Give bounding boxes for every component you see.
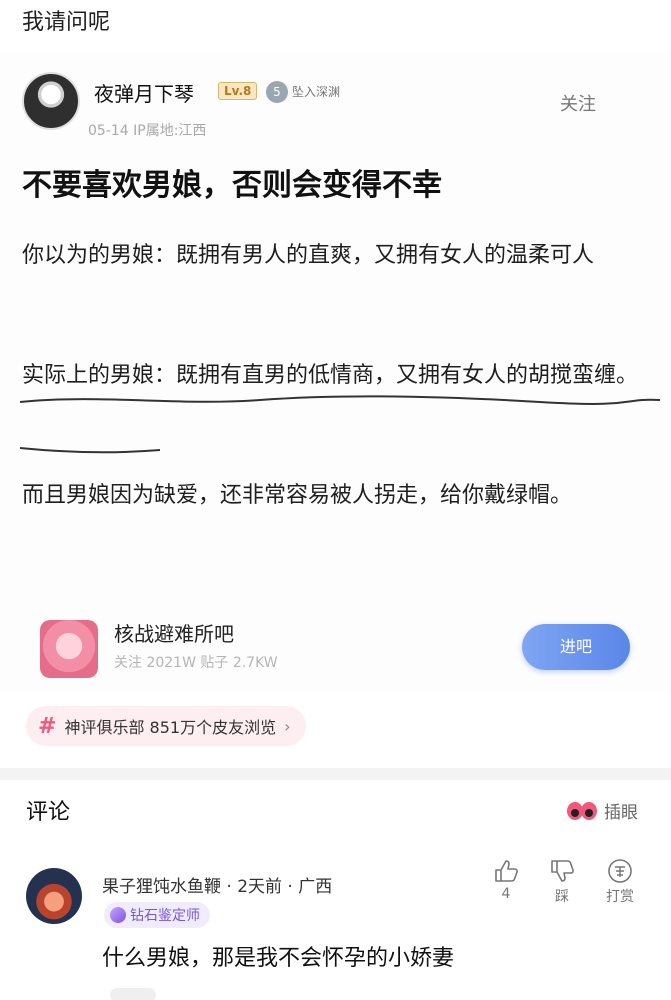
post-headline: 不要喜欢男娘，否则会变得不幸 [22,168,442,203]
medal-icon: 5 [266,81,288,103]
forum-bar-card: 核战避难所吧 关注 2021W 贴子 2.7KW 进吧 [0,602,671,692]
thumbs-down-icon [551,860,574,882]
commenter-avatar[interactable] [26,868,82,924]
diamond-icon [110,907,126,923]
commenter-badge: 钻石鉴定师 [104,902,210,928]
forum-logo [40,620,98,678]
hash-icon: # [38,713,57,739]
section-divider [0,768,671,780]
topic-tag[interactable]: # 神评俱乐部 851万个皮友浏览 › [26,706,307,746]
reward-label: 打赏 [606,889,634,905]
dislike-button[interactable]: 踩 [540,858,584,906]
eyes-icon[interactable] [566,800,598,822]
dislike-label: 踩 [555,889,569,905]
forum-stats: 关注 2021W 贴子 2.7KW [114,655,278,671]
commenter-name[interactable]: 果子狸饨水鱼鞭 · 2天前 · 广西 [102,872,332,897]
paragraph-1: 你以为的男娘：既拥有男人的直爽，又拥有女人的温柔可人 [22,243,595,268]
reward-button[interactable]: 打赏 [598,858,642,906]
forum-name: 核战避难所吧 [114,622,234,646]
comments-title: 评论 [26,800,71,825]
level-badge: Lv.8 [218,82,258,100]
topic-text: 神评俱乐部 851万个皮友浏览 [64,718,277,737]
post-title: 我请问呢 [22,10,111,35]
author-name: 夜弹月下琴 [94,82,194,106]
embedded-screenshot[interactable]: 夜弹月下琴 Lv.8 5 坠入深渊 05-14 IP属地:江西 关注 不要喜欢男… [0,52,671,692]
reward-icon [608,859,632,883]
chevron-right-icon: › [284,716,291,736]
badge-label: 钻石鉴定师 [130,908,200,924]
underline-scribble [20,395,660,454]
post-meta: 05-14 IP属地:江西 [88,123,207,139]
paragraph-3: 而且男娘因为缺爱，还非常容易被人拐走，给你戴绿帽。 [22,483,573,508]
medal-text: 坠入深渊 [292,85,341,99]
thumbs-up-icon [495,860,518,882]
enter-forum-button: 进吧 [522,624,630,670]
like-button[interactable]: 4 [484,858,528,902]
author-avatar [22,72,80,130]
comment-more [110,988,156,1000]
comment-text: 什么男娘，那是我不会怀孕的小娇妻 [102,946,455,971]
insert-eyes-button[interactable]: 插眼 [604,798,638,823]
follow-button: 关注 [560,94,596,115]
like-count: 4 [501,886,511,902]
